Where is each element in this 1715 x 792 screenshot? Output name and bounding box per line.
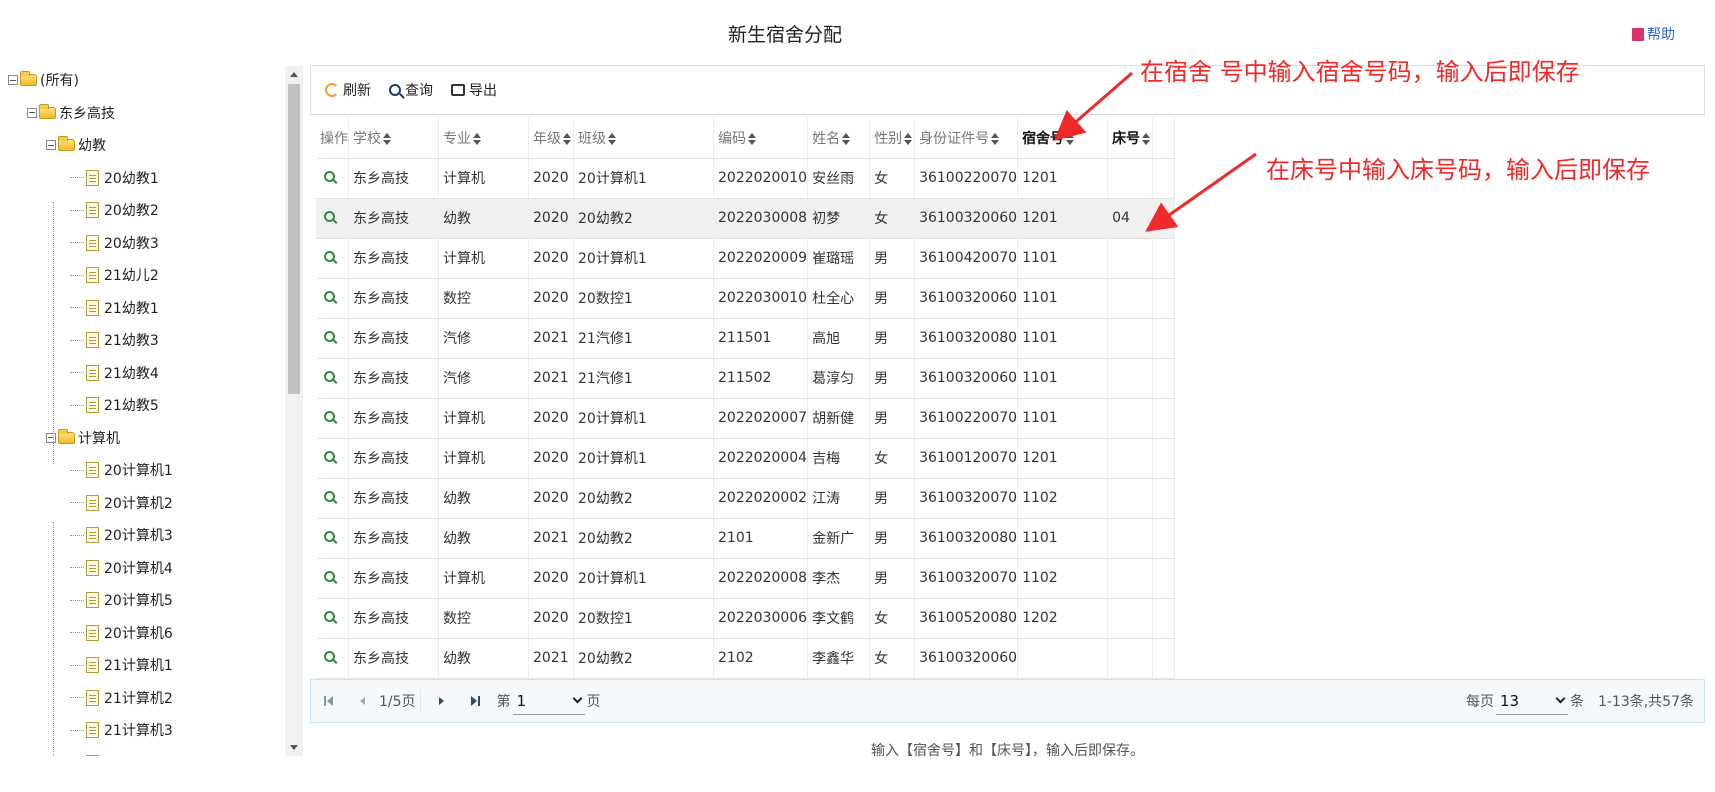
annotation-arrows [1053, 71, 1257, 232]
dorm-arrow [1053, 71, 1133, 141]
bed-arrow [1145, 152, 1257, 232]
